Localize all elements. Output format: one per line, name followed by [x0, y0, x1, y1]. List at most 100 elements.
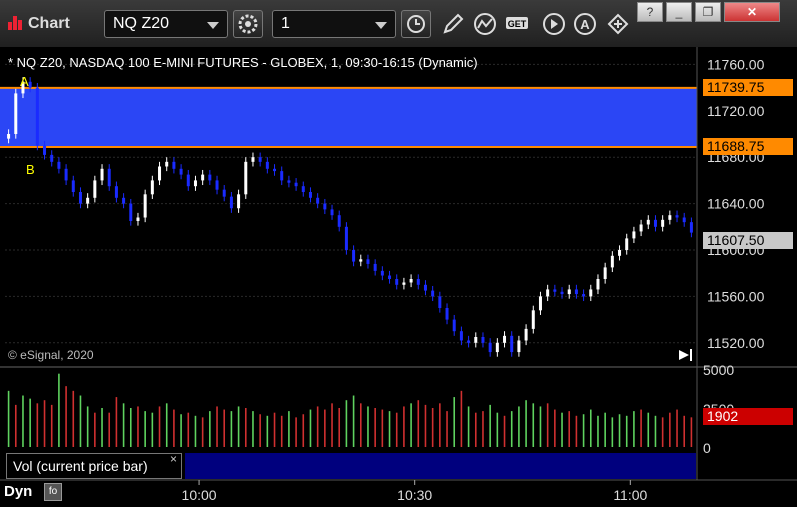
- volume-tick-label: 5000: [703, 362, 734, 378]
- candle-body: [610, 255, 614, 268]
- candle-body: [158, 166, 162, 181]
- chart-header: * NQ Z20, NASDAQ 100 E-MINI FUTURES - GL…: [8, 55, 478, 70]
- candle-body: [517, 340, 521, 353]
- scroll-to-end-icon[interactable]: [679, 350, 689, 360]
- candle-body: [129, 203, 133, 221]
- candle-body: [352, 250, 356, 262]
- candle-body: [402, 282, 406, 285]
- price-band: [0, 87, 697, 148]
- time-tick-label: 11:00: [613, 487, 647, 503]
- candle-body: [524, 328, 528, 341]
- candle-body: [632, 231, 636, 239]
- candle-body: [244, 161, 248, 195]
- candle-body: [179, 168, 183, 175]
- price-chart[interactable]: A B 11760.0011720.0011680.0011640.001160…: [0, 0, 797, 507]
- candle-body: [618, 250, 622, 256]
- candle-body: [639, 224, 643, 232]
- candle-body: [316, 197, 320, 204]
- candle-body: [474, 337, 478, 343]
- candle-body: [538, 296, 542, 311]
- candle-body: [301, 186, 305, 192]
- candle-body: [294, 182, 298, 187]
- candle-body: [531, 310, 535, 329]
- candle-body: [560, 291, 564, 295]
- candle-body: [50, 154, 54, 162]
- last-price-tag: 11607.50: [703, 232, 793, 250]
- candle-body: [359, 259, 363, 262]
- candle-body: [222, 189, 226, 197]
- candle-body: [646, 219, 650, 225]
- candle-body: [208, 174, 212, 181]
- candle-body: [510, 335, 514, 353]
- time-tick-label: 10:00: [182, 487, 217, 503]
- candle-body: [280, 171, 284, 181]
- candle-body: [503, 335, 507, 343]
- candle-body: [57, 161, 61, 169]
- candle-body: [395, 279, 399, 285]
- candle-body: [71, 180, 75, 192]
- candle-body: [136, 217, 140, 221]
- price-tick-label: 11720.00: [707, 103, 765, 119]
- candle-body: [553, 289, 557, 292]
- candle-body: [100, 168, 104, 181]
- candle-body: [201, 174, 205, 181]
- candle-body: [150, 180, 154, 195]
- marker-a[interactable]: A: [20, 74, 29, 89]
- candle-body: [409, 279, 413, 283]
- candle-body: [603, 267, 607, 279]
- scroll-to-end-bar: [690, 349, 692, 361]
- candle-body: [653, 219, 657, 227]
- candle-body: [273, 168, 277, 172]
- candle-body: [459, 331, 463, 341]
- candle-body: [388, 275, 392, 279]
- candle-body: [567, 289, 571, 295]
- candle-body: [438, 296, 442, 308]
- candle-body: [93, 180, 97, 198]
- volume-study-label[interactable]: Vol (current price bar): [6, 453, 182, 479]
- candle-body: [114, 186, 118, 198]
- candle-body: [215, 180, 219, 190]
- candle-body: [287, 180, 291, 183]
- candle-body: [330, 209, 334, 216]
- candle-body: [689, 222, 693, 233]
- candle-body: [107, 168, 111, 187]
- candle-body: [172, 161, 176, 169]
- candle-body: [574, 289, 578, 295]
- candle-body: [229, 196, 233, 209]
- band-lower-price-tag: 11688.75: [703, 138, 793, 156]
- candle-body: [625, 238, 629, 250]
- candle-body: [265, 161, 269, 169]
- candle-body: [43, 145, 47, 155]
- candle-body: [64, 168, 68, 181]
- volume-tick-label: 0: [703, 440, 711, 456]
- candle-body: [416, 279, 420, 285]
- candle-body: [323, 203, 327, 210]
- candle-body: [14, 93, 18, 134]
- price-tick-label: 11560.00: [707, 288, 765, 304]
- last-volume-tag: 1902: [703, 408, 793, 426]
- price-tick-label: 11760.00: [707, 56, 765, 72]
- candle-body: [78, 192, 82, 204]
- candle-body: [258, 157, 262, 162]
- candle-body: [143, 194, 147, 218]
- candle-body: [661, 219, 665, 227]
- candle-body: [546, 289, 550, 297]
- candle-body: [675, 215, 679, 218]
- candle-body: [423, 284, 427, 291]
- band-upper-price-tag: 11739.75: [703, 78, 793, 96]
- candle-body: [366, 259, 370, 264]
- candle-body: [7, 134, 11, 139]
- lock-icon[interactable]: fo: [44, 483, 62, 501]
- candle-body: [380, 270, 384, 276]
- copyright: © eSignal, 2020: [8, 348, 94, 362]
- candle-body: [582, 294, 586, 297]
- candle-body: [337, 215, 341, 227]
- candle-body: [308, 192, 312, 198]
- close-icon[interactable]: ×: [170, 452, 177, 466]
- candle-body: [431, 290, 435, 297]
- candle-body: [467, 340, 471, 343]
- dynamic-mode-label[interactable]: Dyn: [4, 483, 32, 500]
- candle-body: [237, 194, 241, 209]
- candle-body: [682, 217, 686, 223]
- marker-b[interactable]: B: [26, 162, 35, 177]
